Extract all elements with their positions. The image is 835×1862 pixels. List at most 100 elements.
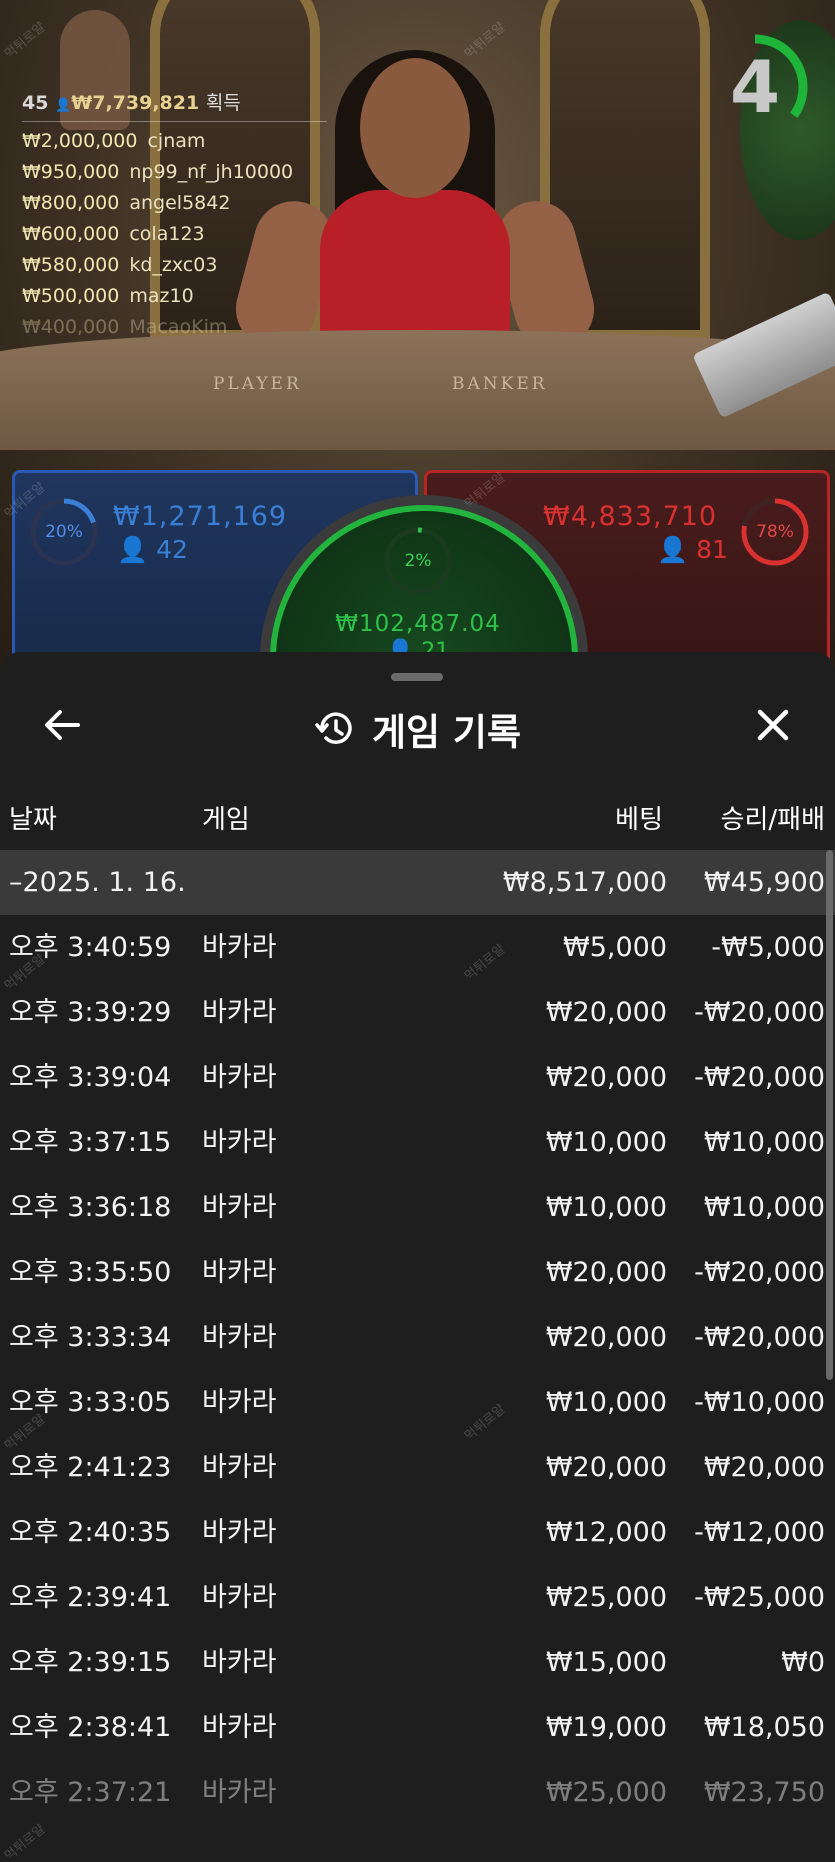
winner-name: MacaoKim (129, 316, 228, 338)
row-game: 바카라 (202, 1127, 277, 1158)
history-row[interactable]: 오후 3:39:04 바카라 ₩20,000 -₩20,000 (0, 1045, 835, 1110)
row-game: 바카라 (202, 1192, 277, 1223)
winner-name: np99_nf_jh10000 (129, 161, 294, 183)
history-row[interactable]: 오후 2:38:41 바카라 ₩19,000 ₩18,050 (0, 1695, 835, 1760)
winner-name: cola123 (129, 223, 205, 245)
row-result: -₩20,000 (694, 1322, 825, 1353)
row-result: ₩10,000 (703, 1127, 825, 1158)
sheet-drag-handle[interactable] (391, 673, 443, 681)
winner-name: maz10 (129, 285, 194, 307)
row-bet: ₩10,000 (545, 1192, 667, 1223)
row-result: ₩23,750 (703, 1777, 825, 1808)
row-result: ₩10,000 (703, 1192, 825, 1223)
row-bet: ₩5,000 (563, 932, 667, 963)
history-row[interactable]: 오후 2:40:35 바카라 ₩12,000 -₩12,000 (0, 1500, 835, 1565)
winner-entry: ₩2,000,000 cjnam (22, 126, 327, 157)
winner-name: cjnam (147, 130, 206, 152)
row-bet: ₩20,000 (545, 1062, 667, 1093)
winner-entry: ₩950,000 np99_nf_jh10000 (22, 157, 327, 188)
watermark: 먹튀로얄 (2, 1821, 49, 1862)
history-row[interactable]: 오후 3:39:29 바카라 ₩20,000 -₩20,000 (0, 980, 835, 1045)
round-countdown: 4 (700, 32, 810, 142)
tie-percent: 2% (404, 551, 432, 571)
row-bet: ₩25,000 (545, 1582, 667, 1613)
banker-bettor-count: 81 (696, 535, 728, 564)
banker-total-amount: ₩4,833,710 (543, 501, 718, 532)
history-table-header: 날짜 게임 베팅 승리/패배 (0, 799, 835, 839)
row-bet: ₩12,000 (545, 1517, 667, 1548)
row-bet: ₩10,000 (545, 1387, 667, 1418)
scrollbar[interactable] (826, 850, 833, 1380)
history-row[interactable]: 오후 3:33:05 바카라 ₩10,000 -₩10,000 (0, 1370, 835, 1435)
column-date[interactable]: 날짜 (9, 799, 57, 836)
history-row[interactable]: 오후 2:39:41 바카라 ₩25,000 -₩25,000 (0, 1565, 835, 1630)
winner-name: angel5842 (129, 192, 231, 214)
player-total-amount: ₩1,271,169 (113, 501, 288, 532)
row-result: -₩20,000 (694, 1257, 825, 1288)
history-row[interactable]: 오후 2:41:23 바카라 ₩20,000 ₩20,000 (0, 1435, 835, 1500)
row-bet: ₩20,000 (545, 1322, 667, 1353)
row-bet: ₩20,000 (545, 997, 667, 1028)
history-row[interactable]: 오후 3:37:15 바카라 ₩10,000 ₩10,000 (0, 1110, 835, 1175)
row-time: 오후 2:38:41 (9, 1712, 172, 1743)
group-bet-total: ₩8,517,000 (502, 867, 667, 898)
row-game: 바카라 (202, 997, 277, 1028)
column-bet[interactable]: 베팅 (615, 799, 663, 836)
row-result: -₩25,000 (694, 1582, 825, 1613)
row-game: 바카라 (202, 1517, 277, 1548)
page-title: 게임 기록 (371, 711, 522, 754)
row-time: 오후 3:35:50 (9, 1257, 172, 1288)
winners-list: 45 👤₩7,739,821 획득 ₩2,000,000 cjnam ₩950,00… (22, 88, 327, 343)
row-bet: ₩20,000 (545, 1452, 667, 1483)
winner-entry: ₩800,000 angel5842 (22, 188, 327, 219)
row-result: ₩20,000 (703, 1452, 825, 1483)
history-table-body: –2025. 1. 16. ₩8,517,000 ₩45,900 오후 3:40… (0, 850, 835, 1825)
user-icon: 👤 (657, 535, 689, 564)
player-percent-ring: 20% (28, 496, 100, 568)
row-game: 바카라 (202, 1712, 277, 1743)
history-row[interactable]: 오후 2:37:21 바카라 ₩25,000 ₩23,750 (0, 1760, 835, 1825)
row-time: 오후 3:33:34 (9, 1322, 172, 1353)
history-clock-icon (315, 712, 352, 744)
row-time: 오후 2:39:15 (9, 1647, 172, 1678)
row-result: -₩20,000 (694, 997, 825, 1028)
history-row[interactable]: 오후 3:33:34 바카라 ₩20,000 -₩20,000 (0, 1305, 835, 1370)
close-icon[interactable] (748, 700, 798, 750)
user-icon: 👤 (117, 535, 149, 564)
winners-summary: 45 👤₩7,739,821 획득 (22, 88, 327, 122)
history-row[interactable]: 오후 3:35:50 바카라 ₩20,000 -₩20,000 (0, 1240, 835, 1305)
row-game: 바카라 (202, 932, 277, 963)
dealer-face (360, 58, 470, 198)
row-bet: ₩25,000 (545, 1777, 667, 1808)
column-game[interactable]: 게임 (202, 799, 250, 836)
winner-entry: ₩580,000 kd_zxc03 (22, 250, 327, 281)
group-date: –2025. 1. 16. (9, 867, 186, 898)
row-bet: ₩15,000 (545, 1647, 667, 1678)
winner-name: kd_zxc03 (129, 254, 218, 276)
history-row[interactable]: 오후 3:36:18 바카라 ₩10,000 ₩10,000 (0, 1175, 835, 1240)
banker-bettors: 👤 81 (657, 535, 728, 565)
game-history-sheet: 게임 기록 날짜 게임 베팅 승리/패배 –2025. 1. 16. ₩8,51… (0, 652, 835, 1862)
winner-entry: ₩500,000 maz10 (22, 281, 327, 312)
winner-amount: ₩400,000 (22, 316, 120, 338)
row-time: 오후 3:39:29 (9, 997, 172, 1028)
history-row[interactable]: 오후 2:39:15 바카라 ₩15,000 ₩0 (0, 1630, 835, 1695)
row-result: ₩18,050 (703, 1712, 825, 1743)
date-group-row[interactable]: –2025. 1. 16. ₩8,517,000 ₩45,900 (0, 850, 835, 915)
row-game: 바카라 (202, 1777, 277, 1808)
player-percent: 20% (45, 522, 83, 542)
row-game: 바카라 (202, 1452, 277, 1483)
winners-suffix: 획득 (205, 92, 241, 114)
row-result: ₩0 (781, 1647, 825, 1678)
tie-total-amount: ₩102,487.04 (335, 611, 501, 637)
banker-percent-ring: 78% (739, 496, 811, 568)
winner-amount: ₩800,000 (22, 192, 120, 214)
row-result: -₩20,000 (694, 1062, 825, 1093)
history-row[interactable]: 오후 3:40:59 바카라 ₩5,000 -₩5,000 (0, 915, 835, 980)
row-time: 오후 2:41:23 (9, 1452, 172, 1483)
column-result[interactable]: 승리/패배 (721, 799, 825, 836)
winner-amount: ₩580,000 (22, 254, 120, 276)
winner-entry: ₩400,000 MacaoKim (22, 312, 327, 343)
winner-amount: ₩2,000,000 (22, 130, 138, 152)
row-game: 바카라 (202, 1582, 277, 1613)
